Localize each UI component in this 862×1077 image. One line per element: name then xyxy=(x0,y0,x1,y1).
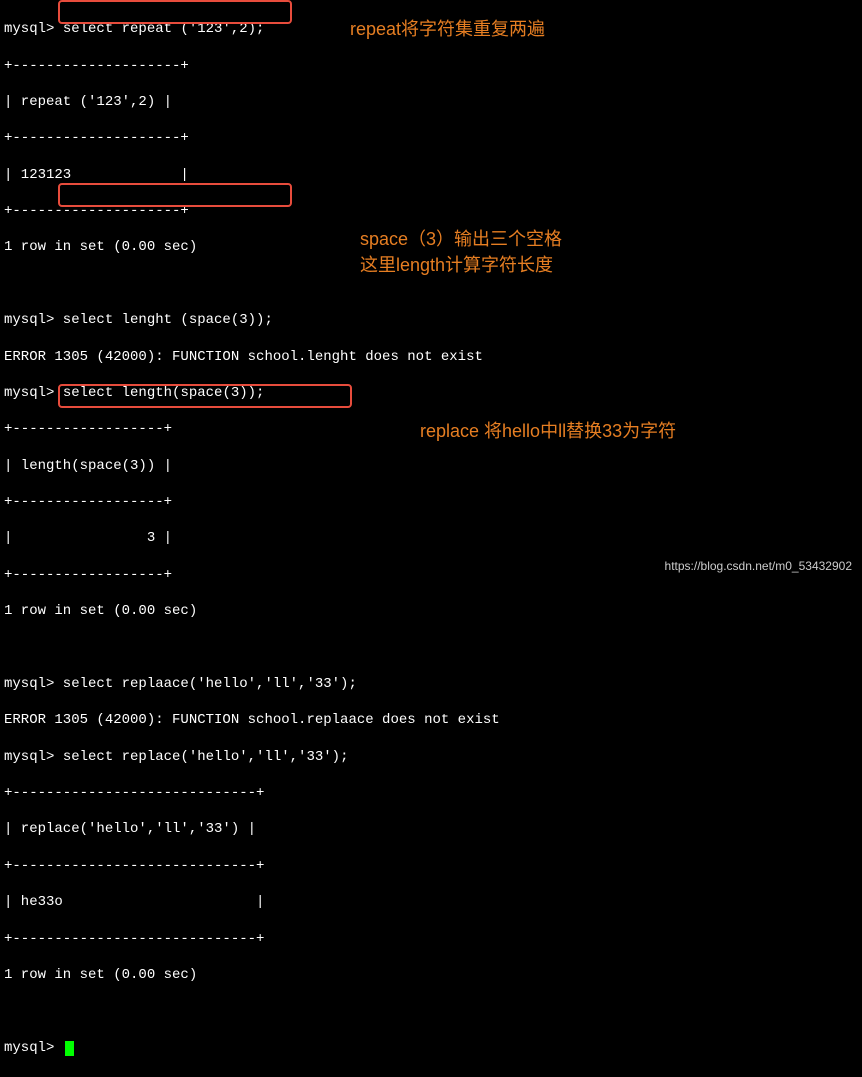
table-sep: +--------------------+ xyxy=(4,202,858,220)
table-header: | replace('hello','ll','33') | xyxy=(4,820,858,838)
sql-command-replaace-typo: mysql> select replaace('hello','ll','33'… xyxy=(4,675,858,693)
table-sep: +-----------------------------+ xyxy=(4,857,858,875)
terminal-output: mysql> select repeat ('123',2); +-------… xyxy=(0,0,862,1077)
error-line: ERROR 1305 (42000): FUNCTION school.repl… xyxy=(4,711,858,729)
annotation-replace: replace 将hello中ll替换33为字符 xyxy=(420,420,676,443)
table-row: | 3 | xyxy=(4,529,858,547)
table-header: | repeat ('123',2) | xyxy=(4,93,858,111)
watermark-text: https://blog.csdn.net/m0_53432902 xyxy=(665,559,852,575)
cursor-icon xyxy=(65,1041,74,1056)
sql-command-length: select length(space(3)); xyxy=(54,385,264,401)
mysql-prompt: mysql> xyxy=(4,385,54,401)
table-header: | length(space(3)) | xyxy=(4,457,858,475)
mysql-prompt: mysql> xyxy=(4,21,54,37)
annotation-space-line1: space（3）输出三个空格 xyxy=(360,228,562,251)
result-footer: 1 row in set (0.00 sec) xyxy=(4,966,858,984)
table-sep: +--------------------+ xyxy=(4,129,858,147)
sql-command-repeat: select repeat ('123',2); xyxy=(54,21,264,37)
annotation-space-line2: 这里length计算字符长度 xyxy=(360,254,553,277)
table-row: | 123123 | xyxy=(4,166,858,184)
result-footer: 1 row in set (0.00 sec) xyxy=(4,602,858,620)
error-line: ERROR 1305 (42000): FUNCTION school.leng… xyxy=(4,348,858,366)
mysql-prompt-final[interactable]: mysql> xyxy=(4,1040,63,1056)
mysql-prompt: mysql> xyxy=(4,749,54,765)
table-row: | he33o | xyxy=(4,893,858,911)
table-sep: +------------------+ xyxy=(4,493,858,511)
table-sep: +--------------------+ xyxy=(4,57,858,75)
table-sep: +-----------------------------+ xyxy=(4,784,858,802)
sql-command-replace: select replace('hello','ll','33'); xyxy=(54,749,348,765)
annotation-repeat: repeat将字符集重复两遍 xyxy=(350,18,545,41)
sql-command-lenght-typo: mysql> select lenght (space(3)); xyxy=(4,311,858,329)
table-sep: +-----------------------------+ xyxy=(4,930,858,948)
